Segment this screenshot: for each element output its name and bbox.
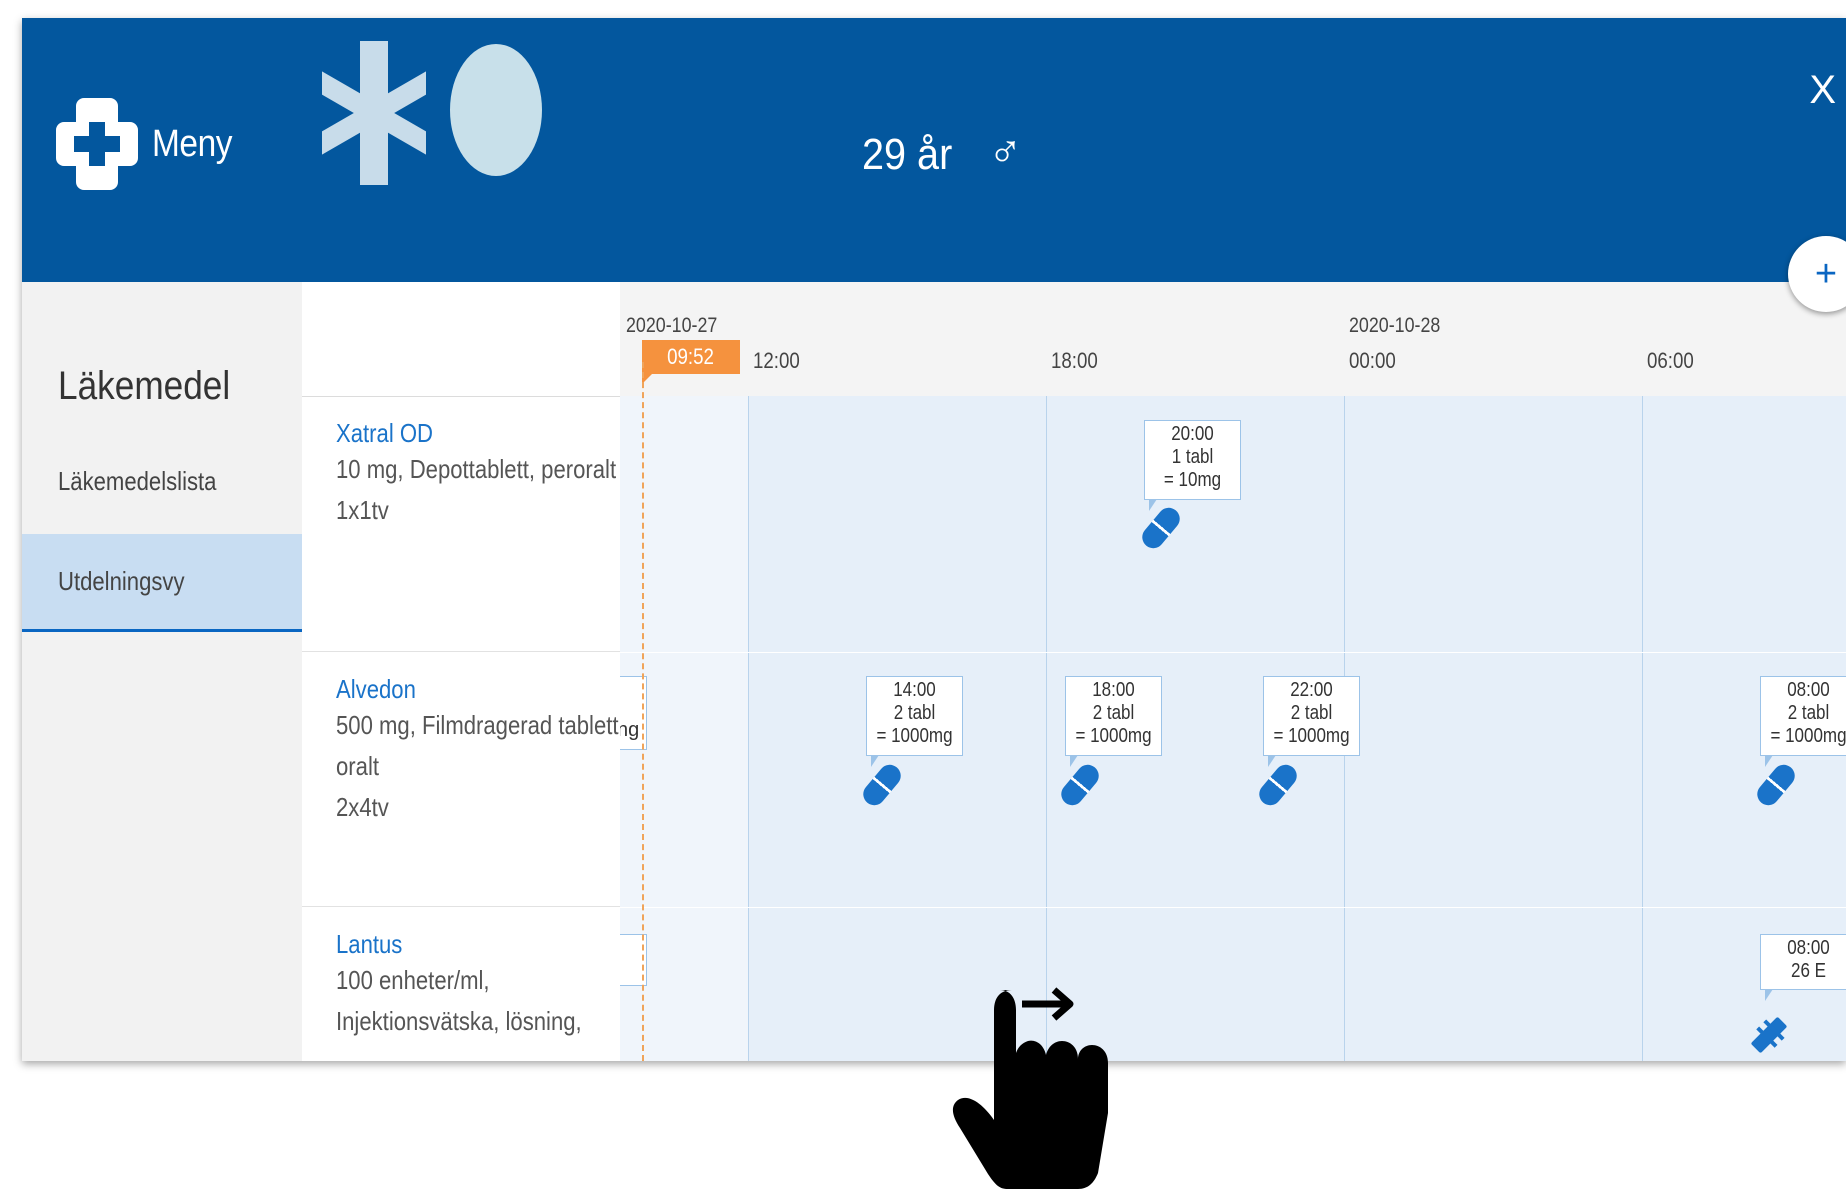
medication-row[interactable]: Xatral OD 10 mg, Depottablett, peroralt … — [302, 396, 620, 652]
swipe-hand-icon — [952, 987, 1108, 1189]
medication-desc: 1x1tv — [336, 495, 389, 525]
patient-age: 29 år — [862, 130, 953, 179]
medication-row[interactable]: Lantus 100 enheter/ml, Injektionsvätska,… — [302, 907, 620, 1061]
medication-column-header — [302, 282, 620, 397]
sidebar-item-label: Utdelningsvy — [58, 566, 185, 596]
timeline-grid[interactable]: ng 20:00 1 tabl = 10mg 14:00 2 tabl = 10… — [620, 362, 1846, 1061]
syringe-icon[interactable] — [1750, 1016, 1788, 1054]
medication-desc: 10 mg, Depottablett, peroralt — [336, 454, 617, 484]
grid-line — [1046, 396, 1047, 1061]
sidebar-title: Läkemedel — [58, 364, 231, 408]
medication-desc: 2x4tv — [336, 792, 389, 822]
medication-name[interactable]: Xatral OD — [336, 418, 577, 449]
patient-banner: 29 år ♂ X — [302, 18, 1846, 282]
medication-desc: oralt — [336, 751, 379, 781]
plus-cross-icon — [56, 98, 138, 190]
timeline-header: 2020-10-27 2020-10-28 09:52 12:00 18:00 … — [620, 282, 1846, 397]
time-label: 12:00 — [753, 348, 800, 373]
time-label: 00:00 — [1349, 348, 1396, 373]
sidebar: Läkemedel Läkemedelslista Utdelningsvy — [22, 282, 302, 1061]
app-window: Meny 29 år ♂ X + Läkemedel Läkemedelslis… — [22, 18, 1846, 1061]
current-time-badge: 09:52 — [642, 340, 740, 374]
gender-icon: ♂ — [988, 125, 1023, 177]
current-time-line — [642, 362, 644, 1061]
avatar — [450, 44, 542, 176]
sidebar-item-label: Läkemedelslista — [58, 465, 217, 496]
timeline[interactable]: 2020-10-27 2020-10-28 09:52 12:00 18:00 … — [620, 282, 1846, 1061]
dose-card[interactable]: 18:00 2 tabl = 1000mg — [1065, 676, 1162, 767]
menu-button[interactable]: Meny — [56, 94, 243, 194]
dose-card[interactable]: 08:00 2 tabl = 1000mg — [1760, 676, 1846, 767]
sidebar-item-lakemedelslista[interactable]: Läkemedelslista — [22, 432, 302, 530]
tablet-icon[interactable] — [1056, 760, 1104, 810]
grid-line — [1642, 396, 1643, 1061]
medication-name[interactable]: Lantus — [336, 929, 577, 960]
dose-card[interactable]: 22:00 2 tabl = 1000mg — [1263, 676, 1360, 767]
close-button[interactable]: X — [1809, 68, 1836, 113]
time-label: 06:00 — [1647, 348, 1694, 373]
menu-label: Meny — [152, 122, 233, 165]
tablet-icon[interactable] — [858, 760, 906, 810]
medication-desc: 100 enheter/ml, — [336, 965, 490, 995]
header: Meny 29 år ♂ X — [22, 18, 1846, 282]
grid-line — [620, 907, 1846, 908]
dose-card[interactable]: 20:00 1 tabl = 10mg — [1144, 420, 1241, 511]
date-label: 2020-10-27 — [626, 314, 718, 337]
medication-desc: Injektionsvätska, lösning, — [336, 1006, 582, 1036]
dose-card[interactable]: 14:00 2 tabl = 1000mg — [866, 676, 963, 767]
grid-line — [748, 396, 749, 1061]
menu-block: Meny — [22, 18, 302, 282]
tablet-icon[interactable] — [1752, 760, 1800, 810]
medication-column: Xatral OD 10 mg, Depottablett, peroralt … — [302, 282, 625, 1061]
sidebar-item-utdelningsvy[interactable]: Utdelningsvy — [22, 534, 302, 632]
date-label: 2020-10-28 — [1349, 314, 1441, 337]
dose-card[interactable]: 08:00 26 E — [1760, 934, 1846, 1001]
tablet-icon[interactable] — [1137, 503, 1185, 553]
medication-row[interactable]: Alvedon 500 mg, Filmdragerad tablett, or… — [302, 652, 625, 907]
medication-name[interactable]: Alvedon — [336, 674, 577, 705]
medication-desc: 500 mg, Filmdragerad tablett, — [336, 710, 625, 740]
time-label: 18:00 — [1051, 348, 1098, 373]
tablet-icon[interactable] — [1254, 760, 1302, 810]
star-of-life-icon — [322, 41, 426, 185]
grid-line — [620, 652, 1846, 653]
